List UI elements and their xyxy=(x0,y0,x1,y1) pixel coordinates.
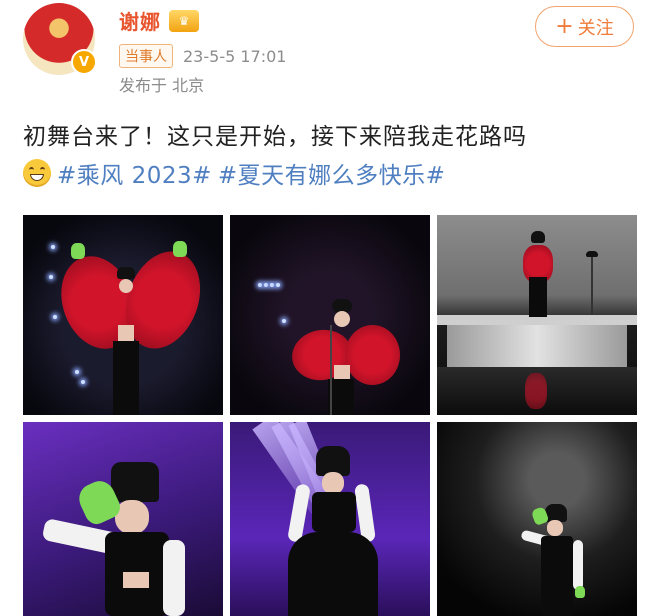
status-badge: 当事人 xyxy=(119,44,173,68)
verified-v-icon: V xyxy=(71,49,97,75)
photo-3[interactable] xyxy=(437,215,637,415)
follow-button[interactable]: + 关注 xyxy=(535,6,634,47)
topic-link-2[interactable]: #夏天有娜么多快乐# xyxy=(218,156,446,190)
name-row: 谢娜 ♛ xyxy=(119,6,199,35)
grinning-face-emoji-icon xyxy=(23,159,51,187)
photo-4[interactable] xyxy=(23,422,223,616)
meta-row: 当事人 23-5-5 17:01 xyxy=(119,44,286,68)
username[interactable]: 谢娜 xyxy=(119,6,161,35)
photo-6[interactable] xyxy=(437,422,637,616)
vip-crown-icon[interactable]: ♛ xyxy=(169,9,199,32)
post-timestamp: 23-5-5 17:01 xyxy=(183,46,287,66)
weibo-post: V 谢娜 ♛ 当事人 23-5-5 17:01 发布于 北京 + 关注 初舞台来… xyxy=(0,0,660,616)
topic-link-1[interactable]: #乘风 2023# xyxy=(57,156,212,190)
photo-1[interactable] xyxy=(23,215,223,415)
plus-icon: + xyxy=(555,13,574,39)
photo-5[interactable] xyxy=(230,422,430,616)
follow-label: 关注 xyxy=(577,17,614,39)
post-location: 发布于 北京 xyxy=(119,76,205,95)
avatar[interactable]: V xyxy=(23,3,97,75)
post-text: 初舞台来了！这只是开始，接下来陪我走花路吗 xyxy=(23,124,527,150)
post-topics-row: #乘风 2023# #夏天有娜么多快乐# xyxy=(23,156,445,190)
photo-2[interactable] xyxy=(230,215,430,415)
